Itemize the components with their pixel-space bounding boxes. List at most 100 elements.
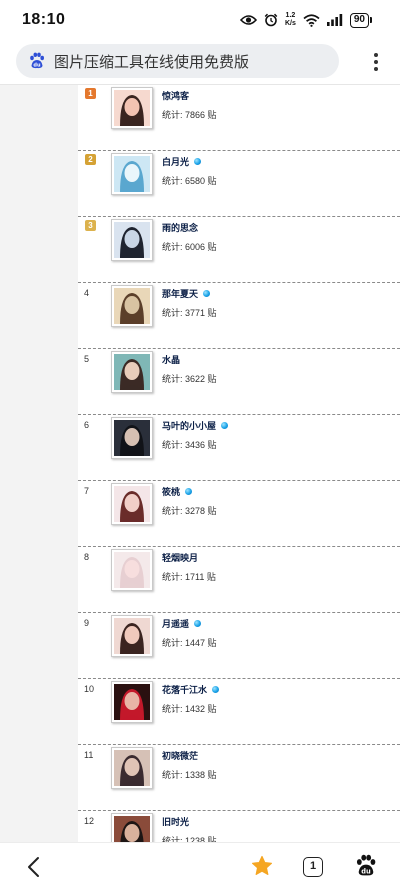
ranking-item[interactable]: 6 马叶的小小屋 统计: 3436 贴 bbox=[78, 415, 400, 481]
avatar-image bbox=[114, 552, 150, 588]
post-count: 统计: 1238 贴 bbox=[162, 836, 217, 842]
status-time: 18:10 bbox=[22, 11, 66, 28]
avatar-image bbox=[114, 156, 150, 192]
user-name[interactable]: 白月光 bbox=[162, 155, 202, 168]
more-menu-button[interactable] bbox=[366, 49, 386, 75]
verified-badge-icon bbox=[194, 620, 202, 628]
post-count: 统计: 1432 贴 bbox=[162, 704, 217, 714]
avatar[interactable] bbox=[111, 483, 153, 525]
avatar-image bbox=[114, 750, 150, 786]
post-count: 统计: 1338 贴 bbox=[162, 770, 217, 780]
wifi-icon bbox=[303, 13, 320, 27]
user-name-text[interactable]: 雨的思念 bbox=[162, 223, 198, 233]
user-name-text[interactable]: 初晓微茫 bbox=[162, 751, 198, 761]
ranking-item[interactable]: 7 筱桃 统计: 3278 贴 bbox=[78, 481, 400, 547]
ranking-list: 1 惊鸿客 统计: 7866 贴 2 白月光 统计: 6580 贴 3 雨的思念 统计: 600… bbox=[78, 85, 400, 842]
page-content[interactable]: 1 惊鸿客 统计: 7866 贴 2 白月光 统计: 6580 贴 3 雨的思念 统计: 600… bbox=[0, 85, 400, 842]
eye-icon bbox=[239, 15, 257, 25]
ranking-item[interactable]: 3 雨的思念 统计: 6006 贴 bbox=[78, 217, 400, 283]
baidu-paw-icon: du bbox=[30, 52, 44, 69]
avatar[interactable] bbox=[111, 351, 153, 393]
user-name[interactable]: 旧时光 bbox=[162, 815, 189, 828]
svg-text:du: du bbox=[361, 867, 371, 875]
avatar-image bbox=[114, 420, 150, 456]
verified-badge-icon bbox=[221, 422, 229, 430]
user-name[interactable]: 马叶的小小屋 bbox=[162, 419, 229, 432]
user-name[interactable]: 月遥遥 bbox=[162, 617, 202, 630]
signal-icon bbox=[326, 14, 343, 26]
user-name[interactable]: 那年夏天 bbox=[162, 287, 211, 300]
post-count: 统计: 6580 贴 bbox=[162, 176, 217, 186]
post-count: 统计: 1447 贴 bbox=[162, 638, 217, 648]
user-name-text[interactable]: 轻烟映月 bbox=[162, 553, 198, 563]
rank-badge: 1 bbox=[85, 88, 96, 99]
user-name[interactable]: 水晶 bbox=[162, 353, 180, 366]
user-name-text[interactable]: 那年夏天 bbox=[162, 289, 198, 299]
avatar-image bbox=[114, 288, 150, 324]
user-name[interactable]: 惊鸿客 bbox=[162, 89, 189, 102]
avatar[interactable] bbox=[111, 681, 153, 723]
ranking-item[interactable]: 11 初晓微茫统计: 1338 贴 bbox=[78, 745, 400, 811]
post-count: 统计: 1711 贴 bbox=[162, 572, 216, 582]
post-count: 统计: 3436 贴 bbox=[162, 440, 217, 450]
alarm-icon bbox=[264, 13, 278, 27]
avatar-image bbox=[114, 618, 150, 654]
user-name-text[interactable]: 马叶的小小屋 bbox=[162, 421, 216, 431]
avatar-image bbox=[114, 684, 150, 720]
user-name-text[interactable]: 旧时光 bbox=[162, 817, 189, 827]
user-name-text[interactable]: 惊鸿客 bbox=[162, 91, 189, 101]
rank-number: 4 bbox=[84, 288, 90, 298]
user-name-text[interactable]: 月遥遥 bbox=[162, 619, 189, 629]
rank-number: 6 bbox=[84, 420, 90, 430]
net-speed-value: 1.2 bbox=[285, 12, 296, 19]
rank-number: 11 bbox=[84, 750, 94, 760]
address-bar-title: 图片压缩工具在线使用免费版 bbox=[54, 53, 250, 71]
ranking-item[interactable]: 2 白月光 统计: 6580 贴 bbox=[78, 151, 400, 217]
verified-badge-icon bbox=[203, 290, 211, 298]
user-name[interactable]: 雨的思念 bbox=[162, 221, 198, 234]
bottom-nav: 1 du bbox=[0, 842, 400, 890]
tabs-button[interactable]: 1 bbox=[303, 857, 323, 877]
avatar[interactable] bbox=[111, 219, 153, 261]
avatar[interactable] bbox=[111, 747, 153, 789]
back-arrow-icon[interactable] bbox=[22, 855, 46, 879]
ranking-item[interactable]: 9 月遥遥 统计: 1447 贴 bbox=[78, 613, 400, 679]
user-name-text[interactable]: 白月光 bbox=[162, 157, 189, 167]
post-count: 统计: 7866 贴 bbox=[162, 110, 217, 120]
user-name[interactable]: 筱桃 bbox=[162, 485, 193, 498]
user-name-text[interactable]: 水晶 bbox=[162, 355, 180, 365]
net-speed: 1.2 K/s bbox=[285, 12, 296, 28]
user-name[interactable]: 花落千江水 bbox=[162, 683, 220, 696]
ranking-item[interactable]: 5 水晶 统计: 3622 贴 bbox=[78, 349, 400, 415]
avatar-image bbox=[114, 486, 150, 522]
post-count: 统计: 3622 贴 bbox=[162, 374, 217, 384]
ranking-item[interactable]: 8 轻烟映月 统计: 1711 贴 bbox=[78, 547, 400, 613]
baidu-paw-icon[interactable]: du bbox=[354, 854, 378, 878]
user-name-text[interactable]: 花落千江水 bbox=[162, 685, 207, 695]
ranking-item[interactable]: 10 花落千江水 统计: 1432 贴 bbox=[78, 679, 400, 745]
battery-icon: 90 bbox=[349, 12, 372, 28]
avatar[interactable] bbox=[111, 153, 153, 195]
avatar[interactable] bbox=[111, 549, 153, 591]
avatar[interactable] bbox=[111, 417, 153, 459]
status-bar: 18:10 1.2 K/s 90 bbox=[0, 0, 400, 40]
net-speed-unit: K/s bbox=[284, 20, 296, 27]
rank-number: 7 bbox=[84, 486, 90, 496]
avatar[interactable] bbox=[111, 285, 153, 327]
user-name[interactable]: 轻烟映月 bbox=[162, 551, 198, 564]
avatar[interactable] bbox=[111, 813, 153, 842]
avatar-image bbox=[114, 816, 150, 842]
battery-level: 90 bbox=[349, 12, 369, 28]
user-name[interactable]: 初晓微茫 bbox=[162, 749, 198, 762]
more-vertical-icon bbox=[374, 53, 378, 57]
ranking-item[interactable]: 12 旧时光 统计: 1238 贴 bbox=[78, 811, 400, 842]
avatar[interactable] bbox=[111, 87, 153, 129]
star-icon[interactable] bbox=[251, 855, 273, 877]
verified-badge-icon bbox=[185, 488, 193, 496]
address-bar[interactable]: du 图片压缩工具在线使用免费版 bbox=[16, 44, 339, 78]
avatar[interactable] bbox=[111, 615, 153, 657]
ranking-item[interactable]: 1 惊鸿客统计: 7866 贴 bbox=[78, 85, 400, 151]
user-name-text[interactable]: 筱桃 bbox=[162, 487, 180, 497]
ranking-item[interactable]: 4 那年夏天 统计: 3771 贴 bbox=[78, 283, 400, 349]
svg-text:du: du bbox=[33, 63, 41, 69]
